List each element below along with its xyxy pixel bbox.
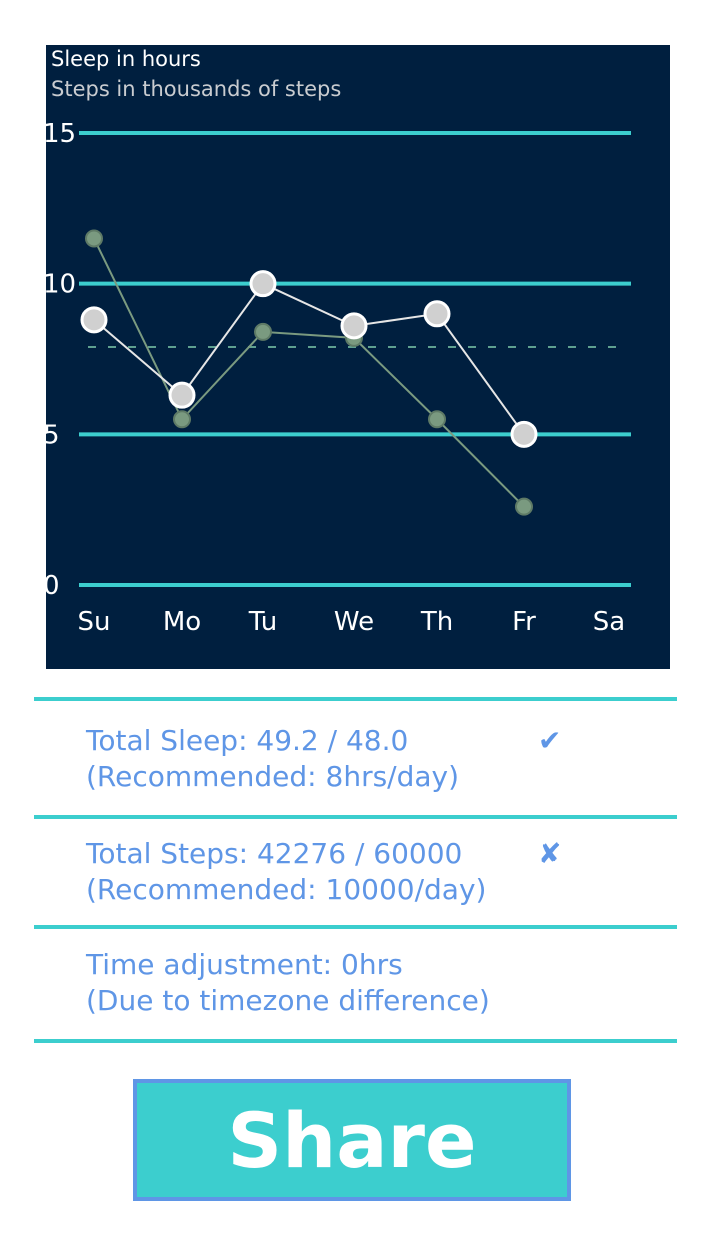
divider: [34, 697, 677, 701]
steps-point: [254, 322, 272, 341]
x-tick-label: Su: [78, 607, 111, 637]
sleep-point: [510, 420, 538, 448]
x-tick-label: Tu: [248, 607, 277, 637]
check-icon: ✔: [538, 724, 562, 757]
steps-series-line: [93, 238, 525, 508]
legend-steps-label: Steps in thousands of steps: [51, 77, 342, 101]
steps-point: [515, 497, 533, 516]
time-adjustment-summary: Time adjustment: 0hrs (Due to timezone d…: [86, 947, 646, 1019]
steps-point: [428, 410, 446, 429]
sleep-point: [340, 312, 368, 340]
cross-icon: ✘: [538, 837, 562, 870]
timezone-note-text: (Due to timezone difference): [86, 984, 490, 1017]
divider: [34, 1039, 677, 1043]
sleep-total-text: Total Sleep: 49.2 / 48.0: [86, 724, 409, 757]
x-tick-label: Th: [420, 607, 453, 637]
sleep-point: [249, 270, 277, 298]
y-tick-label: 15: [46, 119, 76, 149]
sleep-summary: Total Sleep: 49.2 / 48.0 (Recommended: 8…: [86, 723, 646, 795]
divider: [34, 815, 677, 819]
share-button[interactable]: Share: [133, 1079, 571, 1201]
y-tick-label: 0: [46, 571, 60, 601]
time-adjustment-text: Time adjustment: 0hrs: [86, 948, 403, 981]
steps-total-text: Total Steps: 42276 / 60000: [86, 837, 463, 870]
sleep-point: [168, 381, 196, 409]
chart-panel: 0 5 10 15 Su Mo Tu We Th Fr Sa Sleep in hours Step…: [46, 45, 670, 669]
sleep-series-line: [93, 282, 525, 435]
x-tick-label: Sa: [593, 607, 625, 637]
x-tick-label: Mo: [163, 607, 201, 637]
y-tick-label: 5: [46, 420, 60, 450]
chart-svg: 0 5 10 15 Su Mo Tu We Th Fr Sa: [46, 119, 631, 637]
sleep-point: [423, 300, 451, 328]
divider: [34, 925, 677, 929]
x-tick-label: Fr: [512, 607, 536, 637]
sleep-point: [80, 306, 108, 334]
steps-point: [85, 229, 103, 248]
steps-point: [173, 410, 191, 429]
legend-sleep-label: Sleep in hours: [51, 47, 201, 71]
x-tick-label: We: [334, 607, 374, 637]
sleep-recommended-text: (Recommended: 8hrs/day): [86, 760, 460, 793]
y-tick-label: 10: [46, 270, 76, 300]
steps-recommended-text: (Recommended: 10000/day): [86, 873, 487, 906]
steps-summary: Total Steps: 42276 / 60000 (Recommended:…: [86, 836, 646, 908]
